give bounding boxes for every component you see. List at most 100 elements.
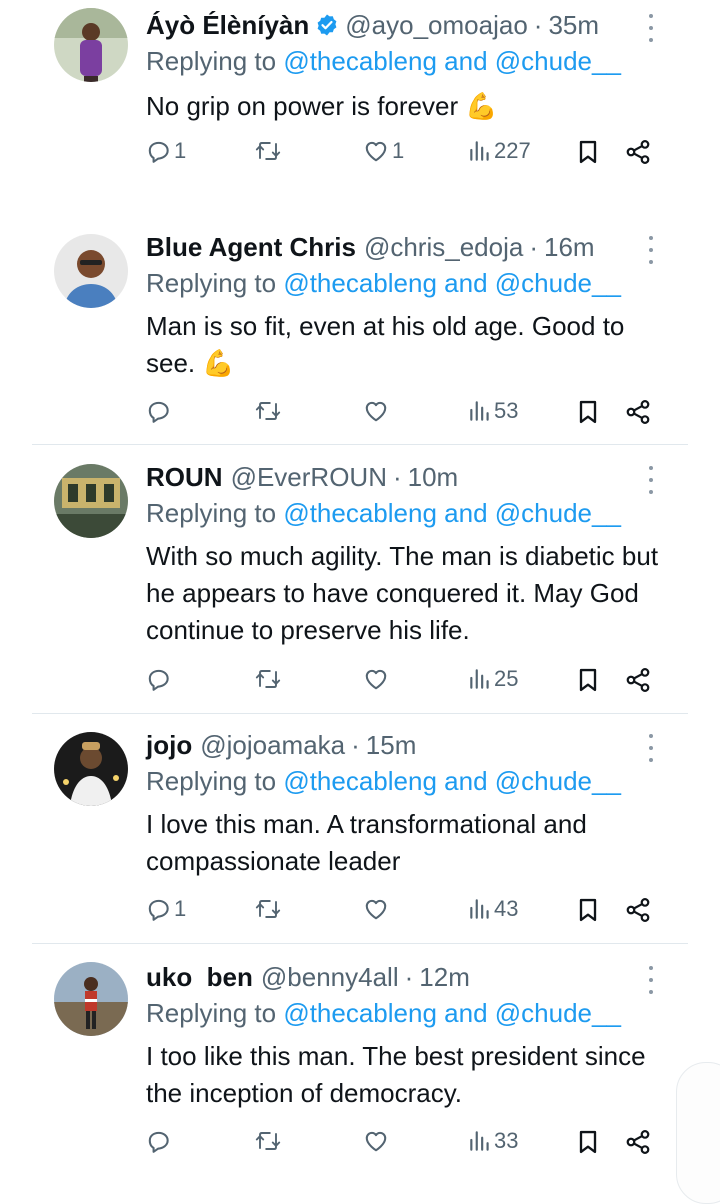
mention-link[interactable]: @thecableng <box>283 998 437 1028</box>
more-icon[interactable] <box>644 14 658 42</box>
replying-to: Replying to @thecableng and @chude__ <box>146 268 621 299</box>
reply-button[interactable] <box>146 398 174 424</box>
tweet-divider <box>32 444 688 445</box>
views-count: 33 <box>494 1128 519 1153</box>
timestamp[interactable]: 16m <box>544 232 595 263</box>
reply-button[interactable] <box>146 1128 174 1154</box>
share-icon <box>626 1130 650 1154</box>
bookmark-icon <box>579 668 597 692</box>
views-button[interactable]: 53 <box>468 398 518 424</box>
tweet-text: With so much agility. The man is diabeti… <box>146 541 659 645</box>
repost-button[interactable] <box>254 896 284 922</box>
mention-link[interactable]: @chude__ <box>495 766 621 796</box>
share-button[interactable] <box>624 1128 652 1156</box>
separator-dot: · <box>533 9 543 40</box>
views-button[interactable]: 43 <box>468 896 518 922</box>
mention-link[interactable]: @chude__ <box>495 268 621 298</box>
reply-button[interactable] <box>146 666 174 692</box>
share-icon <box>626 140 650 164</box>
timestamp[interactable]: 35m <box>548 10 599 41</box>
views-button[interactable]: 33 <box>468 1128 518 1154</box>
author-name[interactable]: uko ben <box>146 962 253 993</box>
author-handle[interactable]: @benny4all <box>261 962 399 993</box>
like-icon <box>365 669 387 690</box>
views-button[interactable]: 25 <box>468 666 518 692</box>
mention-link[interactable]: @thecableng <box>283 766 437 796</box>
repost-button[interactable] <box>254 666 284 692</box>
author-name[interactable]: Blue Agent Chris <box>146 232 356 263</box>
avatar[interactable] <box>54 464 128 538</box>
bookmark-icon <box>579 898 597 922</box>
tweet-text: No grip on power is forever 💪 <box>146 91 498 121</box>
action-bar: 1 43 <box>146 896 666 928</box>
bookmark-button[interactable] <box>576 1128 600 1156</box>
share-button[interactable] <box>624 398 652 426</box>
author-name[interactable]: ROUN <box>146 462 223 493</box>
like-icon <box>365 141 387 162</box>
mention-link[interactable]: @chude__ <box>495 46 621 76</box>
bookmark-button[interactable] <box>576 896 600 924</box>
author-name[interactable]: jojo <box>146 730 192 761</box>
share-icon <box>626 400 650 424</box>
mention-link[interactable]: @thecableng <box>283 268 437 298</box>
replying-prefix: Replying to <box>146 46 284 76</box>
like-button[interactable]: 1 <box>362 138 404 164</box>
avatar[interactable] <box>54 234 128 308</box>
share-button[interactable] <box>624 138 652 166</box>
mention-link[interactable]: @chude__ <box>495 998 621 1028</box>
like-icon <box>365 899 387 920</box>
more-icon[interactable] <box>644 236 658 264</box>
timestamp[interactable]: 15m <box>366 730 417 761</box>
more-icon[interactable] <box>644 466 658 494</box>
reply-icon <box>148 401 169 423</box>
views-icon <box>470 401 489 421</box>
mention-and: and <box>436 766 495 796</box>
bookmark-button[interactable] <box>576 138 600 166</box>
tweet-divider <box>32 943 688 944</box>
mention-and: and <box>436 998 495 1028</box>
avatar[interactable] <box>54 8 128 82</box>
reply-button[interactable]: 1 <box>146 896 186 922</box>
share-icon <box>626 668 650 692</box>
like-button[interactable] <box>362 398 392 424</box>
timestamp[interactable]: 10m <box>408 462 459 493</box>
mention-link[interactable]: @thecableng <box>283 498 437 528</box>
bookmark-button[interactable] <box>576 398 600 426</box>
author-handle[interactable]: @jojoamaka <box>200 730 345 761</box>
bookmark-button[interactable] <box>576 666 600 694</box>
like-button[interactable] <box>362 896 392 922</box>
like-button[interactable] <box>362 1128 392 1154</box>
views-icon <box>470 669 489 689</box>
avatar[interactable] <box>54 962 128 1036</box>
repost-button[interactable] <box>254 1128 284 1154</box>
replying-prefix: Replying to <box>146 268 284 298</box>
views-icon <box>470 1131 489 1151</box>
tweet-text: I too like this man. The best president … <box>146 1041 646 1108</box>
repost-button[interactable] <box>254 138 284 164</box>
author-name[interactable]: Áyò Élèníyàn <box>146 10 309 41</box>
more-icon[interactable] <box>644 734 658 762</box>
author-handle[interactable]: @EverROUN <box>231 462 387 493</box>
action-bar: 33 <box>146 1128 666 1160</box>
repost-button[interactable] <box>254 398 284 424</box>
more-icon[interactable] <box>644 966 658 994</box>
mention-link[interactable]: @thecableng <box>283 46 437 76</box>
tweet-header: uko ben @benny4all · 12m <box>146 956 470 998</box>
like-count: 1 <box>392 138 405 163</box>
tweet-header: jojo @jojoamaka · 15m <box>146 724 416 766</box>
replying-to: Replying to @thecableng and @chude__ <box>146 46 621 77</box>
mention-link[interactable]: @chude__ <box>495 498 621 528</box>
author-handle[interactable]: @chris_edoja <box>364 232 523 263</box>
reply-button[interactable]: 1 <box>146 138 186 164</box>
share-button[interactable] <box>624 666 652 694</box>
tweet-divider <box>32 713 688 714</box>
timestamp[interactable]: 12m <box>419 962 470 993</box>
floating-button-edge[interactable] <box>676 1062 720 1204</box>
avatar[interactable] <box>54 732 128 806</box>
views-button[interactable]: 227 <box>468 138 531 164</box>
author-handle[interactable]: @ayo_omoajao <box>345 10 528 41</box>
like-button[interactable] <box>362 666 392 692</box>
share-button[interactable] <box>624 896 652 924</box>
tweet-text: Man is so fit, even at his old age. Good… <box>146 311 625 378</box>
replying-to: Replying to @thecableng and @chude__ <box>146 498 621 529</box>
